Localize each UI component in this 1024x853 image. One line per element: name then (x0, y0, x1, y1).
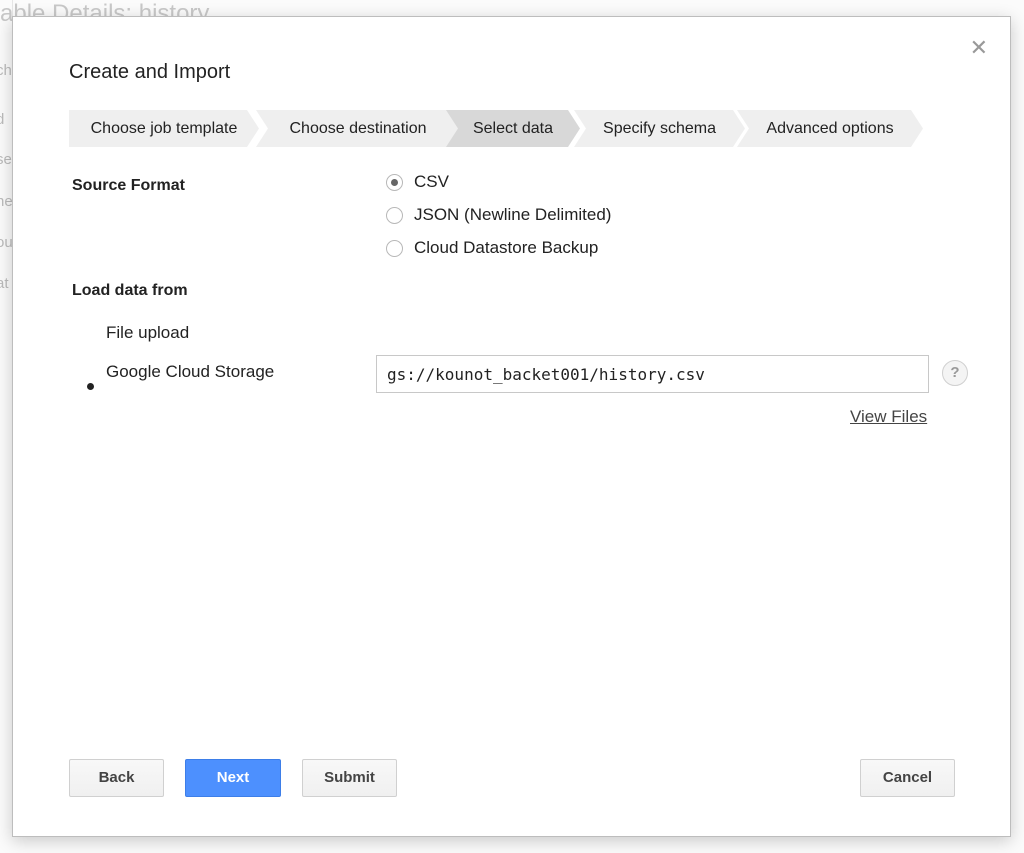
step-label: Advanced options (766, 120, 894, 137)
source-format-label: Source Format (72, 177, 185, 194)
radio-json[interactable]: JSON (Newline Delimited) (386, 204, 611, 226)
dialog-title: Create and Import (69, 61, 231, 83)
selected-bullet (87, 383, 94, 390)
create-import-dialog: ✕ Create and Import Choose job template … (12, 16, 1011, 837)
radio-datastore-backup[interactable]: Cloud Datastore Backup (386, 237, 598, 259)
step-specify-schema[interactable]: Specify schema (574, 110, 745, 147)
step-advanced-options[interactable]: Advanced options (737, 110, 923, 147)
close-icon[interactable]: ✕ (970, 37, 988, 59)
cancel-button[interactable]: Cancel (860, 759, 955, 797)
option-google-cloud-storage[interactable]: Google Cloud Storage (106, 362, 274, 382)
background-side-fragment: ch (0, 62, 12, 79)
gcs-path-input[interactable] (376, 355, 929, 393)
step-label: Choose job template (90, 120, 238, 137)
view-files-link[interactable]: View Files (850, 407, 927, 427)
radio-button[interactable] (386, 239, 403, 257)
radio-label: JSON (Newline Delimited) (414, 205, 612, 224)
background-side-fragment: at (0, 275, 9, 292)
back-button[interactable]: Back (69, 759, 164, 797)
background-side-fragment: ne (0, 193, 13, 210)
radio-button[interactable] (386, 173, 403, 191)
step-select-data[interactable]: Select data (446, 110, 580, 147)
step-choose-destination[interactable]: Choose destination (256, 110, 460, 147)
background-side-fragment: ou (0, 234, 13, 251)
radio-csv[interactable]: CSV (386, 171, 449, 193)
step-choose-job-template[interactable]: Choose job template (69, 110, 259, 147)
option-file-upload[interactable]: File upload (106, 323, 189, 343)
radio-button[interactable] (386, 206, 403, 224)
background-side-fragment: d (0, 111, 4, 128)
step-label: Choose destination (289, 120, 427, 137)
next-button[interactable]: Next (185, 759, 281, 797)
background-side-fragment: se (0, 151, 12, 168)
radio-label: CSV (414, 172, 449, 191)
submit-button[interactable]: Submit (302, 759, 397, 797)
step-label: Select data (472, 120, 554, 137)
step-label: Specify schema (603, 120, 716, 137)
radio-label: Cloud Datastore Backup (414, 238, 599, 257)
help-icon[interactable]: ? (942, 360, 968, 386)
load-data-label: Load data from (72, 282, 188, 299)
